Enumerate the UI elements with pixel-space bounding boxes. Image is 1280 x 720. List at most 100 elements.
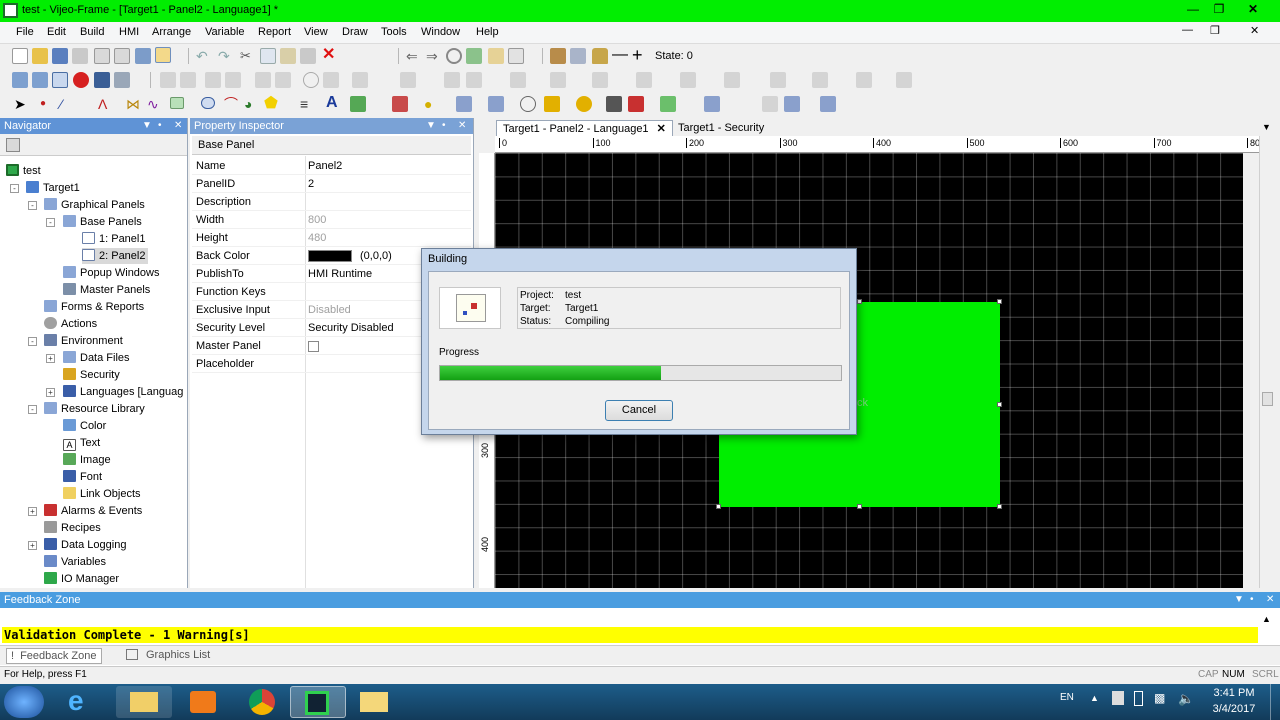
pentagon-icon[interactable]: ⬟ bbox=[264, 95, 280, 112]
expander[interactable]: - bbox=[28, 201, 37, 210]
align-center-icon[interactable] bbox=[400, 72, 416, 88]
expander[interactable]: + bbox=[28, 507, 37, 516]
taskbar-ie-icon[interactable]: e bbox=[56, 685, 112, 718]
selection-handle[interactable] bbox=[997, 402, 1002, 407]
selection-handle[interactable] bbox=[857, 504, 862, 509]
open-icon[interactable] bbox=[32, 48, 48, 64]
alarm-icon[interactable] bbox=[628, 96, 644, 112]
image-tool-icon[interactable] bbox=[350, 96, 366, 112]
editor-scrollbar[interactable] bbox=[1259, 136, 1274, 588]
taskbar-chrome-icon[interactable] bbox=[236, 686, 292, 718]
taskbar-explorer-icon[interactable] bbox=[116, 686, 172, 718]
mdi-minimize-icon[interactable]: — bbox=[1182, 24, 1193, 36]
tray-expand-icon[interactable]: ▲ bbox=[1090, 693, 1099, 703]
color-swatch[interactable] bbox=[308, 250, 352, 262]
prop-row-height[interactable]: Height 480 bbox=[192, 229, 471, 247]
pane-close-icon[interactable]: ✕ bbox=[174, 118, 182, 134]
button-tool-icon[interactable] bbox=[392, 96, 408, 112]
tree-master-panels[interactable]: Master Panels bbox=[63, 282, 150, 298]
selection-handle[interactable] bbox=[716, 504, 721, 509]
new-icon[interactable] bbox=[12, 48, 28, 64]
select-arrow-icon[interactable]: ➤ bbox=[14, 96, 30, 112]
text-tool-icon[interactable]: A bbox=[326, 94, 342, 111]
selection-handle[interactable] bbox=[997, 504, 1002, 509]
menu-arrange[interactable]: Arrange bbox=[152, 26, 191, 38]
tree-environment[interactable]: Environment bbox=[44, 333, 123, 349]
page-icon[interactable] bbox=[508, 48, 524, 64]
feedback-scroll-up-icon[interactable]: ▲ bbox=[1262, 614, 1271, 624]
paste-icon[interactable] bbox=[280, 48, 296, 64]
tree-image[interactable]: Image bbox=[63, 452, 111, 468]
pin-icon[interactable]: • bbox=[158, 118, 162, 134]
pane-dropdown-icon[interactable]: ▼ bbox=[1234, 592, 1244, 608]
tray-flag-icon[interactable] bbox=[1112, 691, 1124, 705]
expander[interactable]: + bbox=[28, 541, 37, 550]
expander[interactable]: - bbox=[28, 337, 37, 346]
gallery-icon[interactable] bbox=[704, 96, 720, 112]
prop-row-name[interactable]: Name Panel2 bbox=[192, 157, 471, 175]
pane-close-icon[interactable]: ✕ bbox=[458, 118, 466, 134]
menu-draw[interactable]: Draw bbox=[342, 26, 368, 38]
prop-row-panelid[interactable]: PanelID 2 bbox=[192, 175, 471, 193]
space-icon[interactable] bbox=[550, 72, 566, 88]
language-indicator[interactable]: EN bbox=[1060, 692, 1074, 703]
tree-forms-reports[interactable]: Forms & Reports bbox=[44, 299, 144, 315]
tree-target1[interactable]: Target1 bbox=[26, 180, 80, 196]
expander[interactable]: - bbox=[10, 184, 19, 193]
expander[interactable]: + bbox=[46, 388, 55, 397]
taskbar-vijeo-icon[interactable] bbox=[290, 686, 346, 718]
mdi-restore-icon[interactable]: ❐ bbox=[1210, 24, 1220, 37]
print-icon[interactable] bbox=[72, 48, 88, 64]
flip-icon[interactable] bbox=[255, 72, 271, 88]
order-icon[interactable] bbox=[724, 72, 740, 88]
numeric-icon[interactable] bbox=[456, 96, 472, 112]
taskbar-folder-icon[interactable] bbox=[346, 686, 402, 718]
tag-icon[interactable] bbox=[114, 72, 130, 88]
prop-row-description[interactable]: Description bbox=[192, 193, 471, 211]
master-panel-checkbox[interactable] bbox=[308, 341, 319, 352]
tab-security[interactable]: Target1 - Security bbox=[672, 120, 770, 137]
unlock-position-icon[interactable] bbox=[896, 72, 912, 88]
minus-icon[interactable]: — bbox=[612, 46, 628, 63]
rectangle-icon[interactable] bbox=[170, 97, 184, 109]
tree-panel2[interactable]: 2: Panel2 bbox=[82, 248, 149, 264]
run-icon[interactable] bbox=[155, 47, 171, 63]
menu-file[interactable]: File bbox=[16, 26, 34, 38]
tree-color[interactable]: Color bbox=[63, 418, 106, 434]
tree-data-logging[interactable]: Data Logging bbox=[44, 537, 126, 553]
panel-icon[interactable] bbox=[32, 72, 48, 88]
tab-close-icon[interactable]: ✕ bbox=[657, 123, 666, 135]
delete-icon[interactable]: ✕ bbox=[322, 46, 338, 63]
align-icon[interactable] bbox=[323, 72, 339, 88]
navigator-properties-icon[interactable] bbox=[6, 138, 20, 152]
ellipse-icon[interactable] bbox=[201, 97, 215, 109]
menu-help[interactable]: Help bbox=[476, 26, 499, 38]
menu-hmi[interactable]: HMI bbox=[119, 26, 139, 38]
tree-resource-library[interactable]: Resource Library bbox=[44, 401, 145, 417]
mdi-close-icon[interactable]: ✕ bbox=[1250, 24, 1259, 37]
start-button[interactable] bbox=[4, 686, 44, 718]
tree-alarms-events[interactable]: Alarms & Events bbox=[44, 503, 142, 519]
redo-icon[interactable]: ↷ bbox=[218, 48, 234, 64]
taskbar-media-icon[interactable] bbox=[176, 686, 232, 718]
back-icon[interactable]: ⇐ bbox=[406, 48, 422, 64]
lock-icon[interactable] bbox=[592, 48, 608, 64]
align-top-icon[interactable] bbox=[444, 72, 460, 88]
table-tool-icon[interactable] bbox=[820, 96, 836, 112]
lamp-icon[interactable]: ● bbox=[424, 96, 440, 112]
restore-button[interactable]: ❐ bbox=[1206, 2, 1232, 18]
menu-variable[interactable]: Variable bbox=[205, 26, 245, 38]
tree-font[interactable]: Font bbox=[63, 469, 102, 485]
selection-handle[interactable] bbox=[997, 299, 1002, 304]
tree-popup-windows[interactable]: Popup Windows bbox=[63, 265, 160, 281]
scroll-thumb[interactable] bbox=[1262, 392, 1273, 406]
minimize-button[interactable]: — bbox=[1180, 2, 1206, 18]
polygon-icon[interactable]: ⋈ bbox=[126, 96, 142, 112]
volume-icon[interactable]: 🔈 bbox=[1178, 691, 1194, 707]
tree-data-files[interactable]: Data Files bbox=[63, 350, 130, 366]
build-icon[interactable] bbox=[114, 48, 130, 64]
signal-icon[interactable]: ▩ bbox=[1154, 691, 1165, 705]
menu-build[interactable]: Build bbox=[80, 26, 104, 38]
circle-icon[interactable] bbox=[303, 72, 319, 88]
tree-link-objects[interactable]: Link Objects bbox=[63, 486, 141, 502]
